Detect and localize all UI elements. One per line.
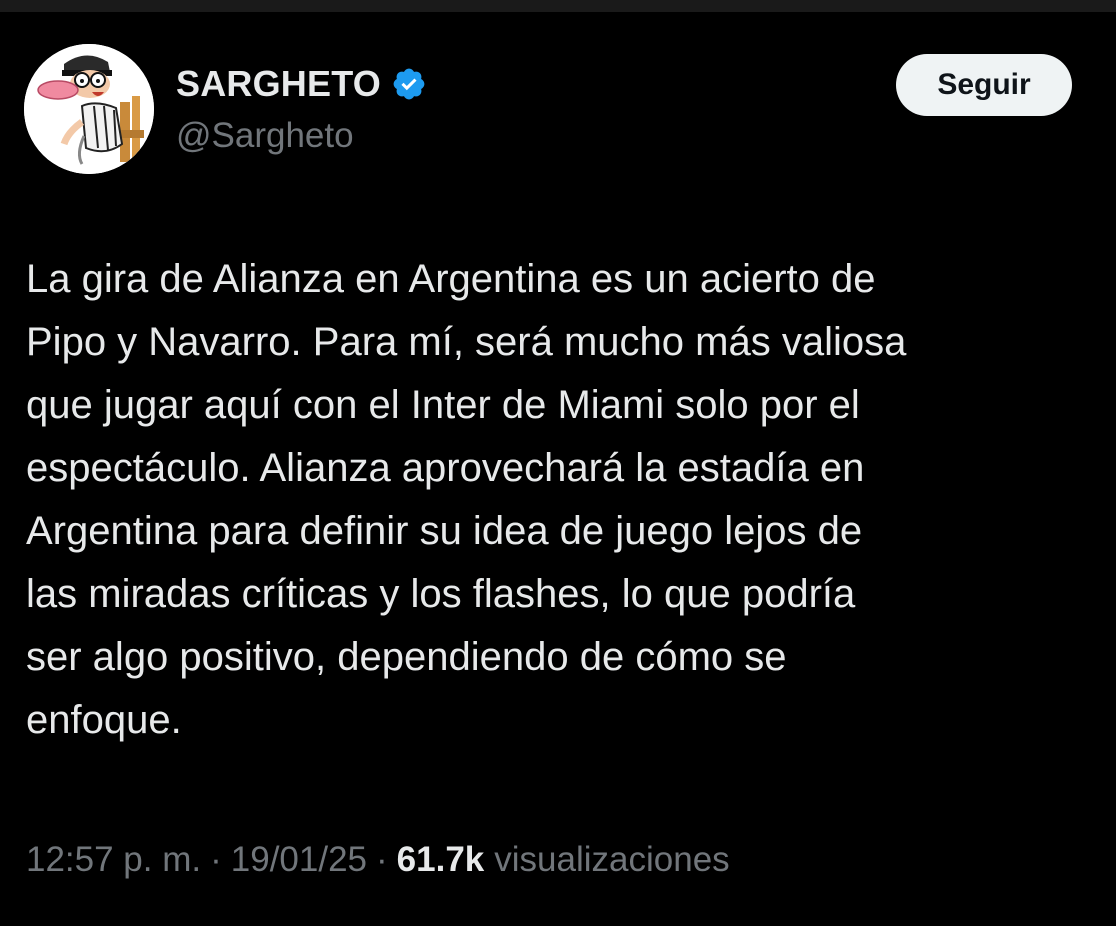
meta-separator: · [376,840,388,879]
tweet-time[interactable]: 12:57 p. m. [26,840,201,880]
top-strip [0,0,1116,12]
tweet-header: SARGHETO @Sargheto Seguir [24,44,1092,176]
tweet-date[interactable]: 19/01/25 [231,840,367,880]
tweet-text: La gira de Alianza en Argentina es un ac… [26,257,907,742]
avatar-cartoon-icon [24,44,154,174]
follow-button[interactable]: Seguir [896,54,1072,116]
tweet-meta: 12:57 p. m. · 19/01/25 · 61.7k visualiza… [26,840,730,880]
avatar[interactable] [24,44,154,174]
user-handle[interactable]: @Sargheto [176,116,427,156]
views-count: 61.7k [396,840,485,879]
meta-separator: · [210,840,222,879]
verified-badge-icon [393,68,425,100]
display-name[interactable]: SARGHETO [176,63,381,105]
name-row: SARGHETO [176,62,427,106]
views-label: visualizaciones [494,840,730,879]
user-info[interactable]: SARGHETO @Sargheto [176,62,427,156]
